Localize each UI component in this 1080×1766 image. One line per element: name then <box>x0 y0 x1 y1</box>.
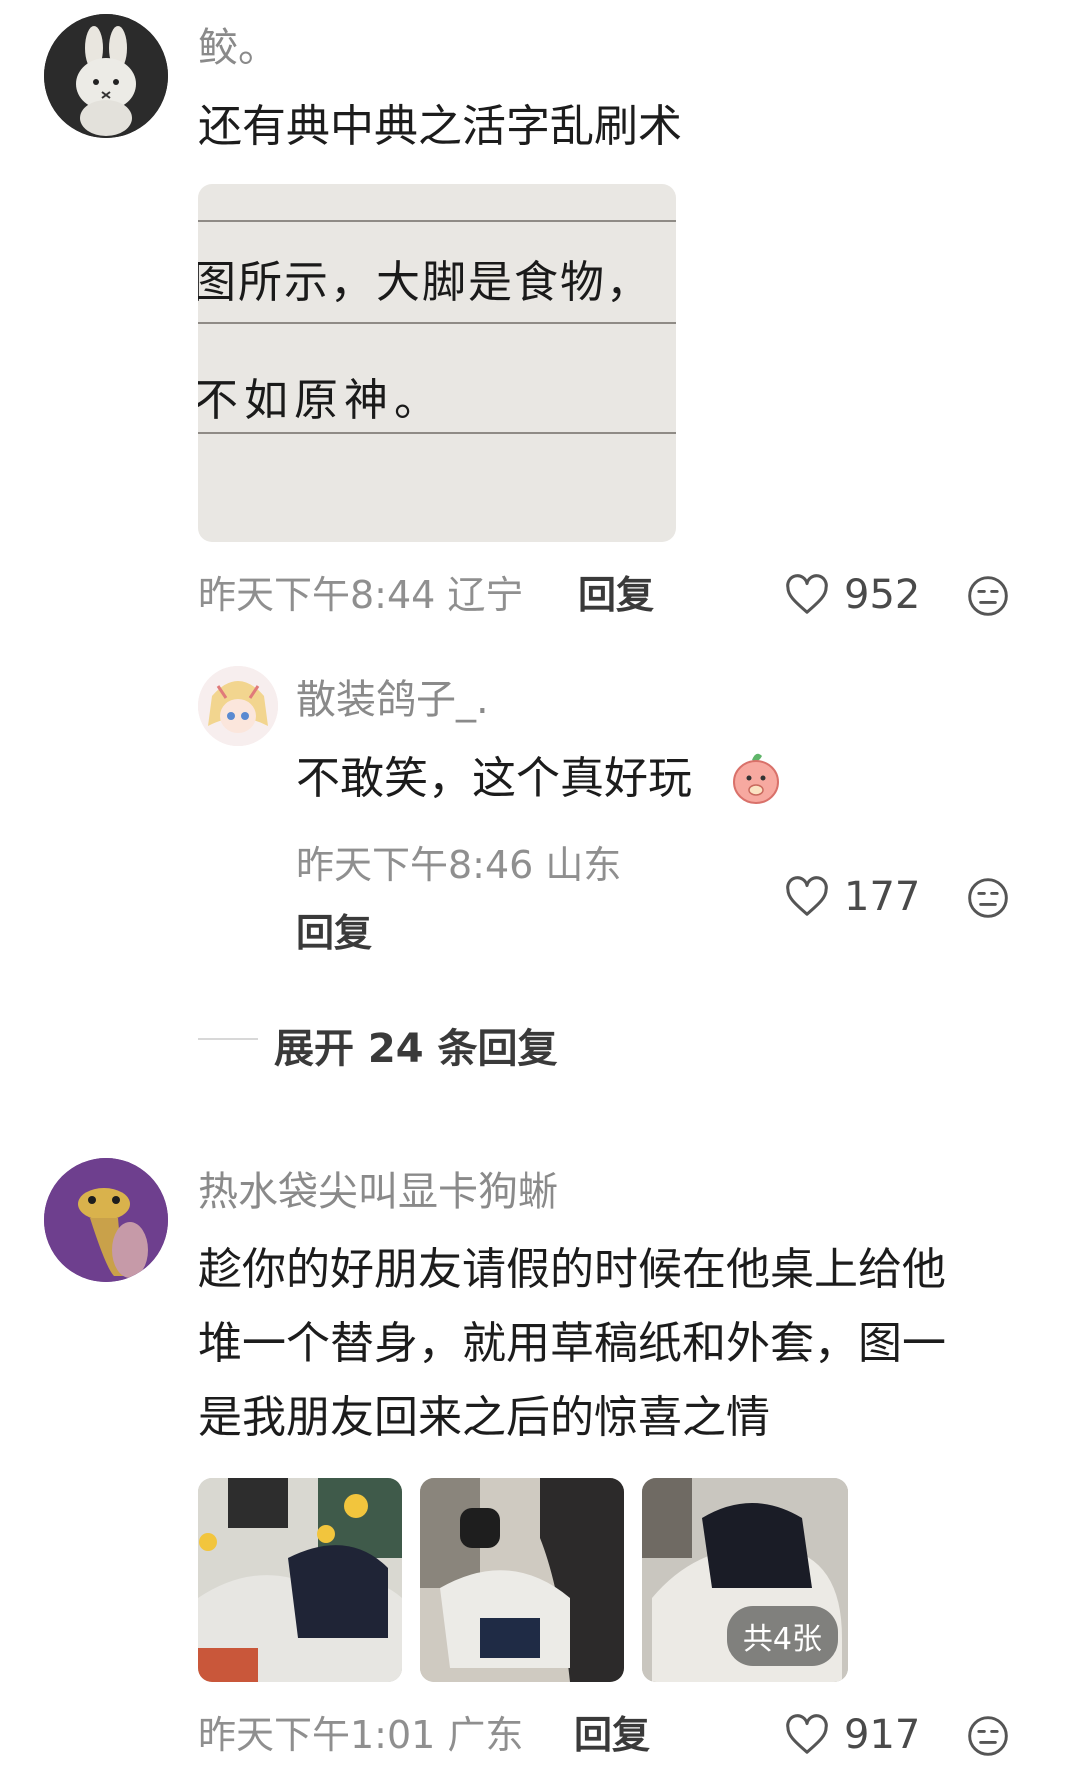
comment-timestamp-location: 昨天下午8:44 辽宁 <box>198 573 524 617</box>
reply-button[interactable]: 回复 <box>296 914 372 952</box>
classroom-photo-1 <box>198 1478 402 1682</box>
like-count: 177 <box>844 874 921 920</box>
comment-username[interactable]: 鲛。 <box>198 28 278 68</box>
reply-text: 不敢笑，这个真好玩 <box>296 753 692 804</box>
image-text-line1: 图所示，大脚是食物， <box>198 257 652 308</box>
neutral-face-icon[interactable] <box>966 876 1010 920</box>
neutral-face-icon[interactable] <box>966 1714 1010 1758</box>
avatar-anime[interactable] <box>198 666 278 746</box>
peach-emoji-icon <box>733 753 779 804</box>
comment-image[interactable]: 图所示，大脚是食物， 不如原神。 <box>198 184 676 542</box>
like-count: 917 <box>844 1712 921 1758</box>
classroom-photo-2 <box>420 1478 624 1682</box>
avatar-lizard[interactable] <box>44 1158 168 1282</box>
comment-text-line3: 是我朋友回来之后的惊喜之情 <box>198 1392 770 1443</box>
expand-divider <box>198 1038 258 1040</box>
heart-outline-icon[interactable] <box>784 1714 830 1756</box>
comment-text-line1: 趁你的好朋友请假的时候在他桌上给他 <box>198 1244 946 1295</box>
bunny-avatar-icon <box>44 14 168 138</box>
neutral-face-icon[interactable] <box>966 574 1010 618</box>
comment-image-1[interactable] <box>198 1478 402 1682</box>
expand-replies-button[interactable]: 展开 24 条回复 <box>274 1016 558 1074</box>
comment-timestamp-location: 昨天下午1:01 广东 <box>198 1713 524 1757</box>
image-text-line2: 不如原神。 <box>198 375 444 426</box>
comment-image-2[interactable] <box>420 1478 624 1682</box>
comment-image-3[interactable]: 共4张 <box>642 1478 848 1682</box>
reply-username[interactable]: 散装鸽子_. <box>296 680 489 720</box>
heart-outline-icon[interactable] <box>784 574 830 616</box>
anime-avatar-icon <box>198 666 278 746</box>
reply-button[interactable]: 回复 <box>578 576 654 614</box>
comment-username[interactable]: 热水袋尖叫显卡狗蜥 <box>198 1172 558 1212</box>
heart-outline-icon[interactable] <box>784 876 830 918</box>
reply-button[interactable]: 回复 <box>574 1716 650 1754</box>
lizard-avatar-icon <box>44 1158 168 1282</box>
image-count-badge: 共4张 <box>726 1606 838 1666</box>
reply-timestamp-location: 昨天下午8:46 山东 <box>296 843 622 887</box>
avatar-bunny[interactable] <box>44 14 168 138</box>
comment-text: 还有典中典之活字乱刷术 <box>198 101 682 152</box>
comment-text-line2: 堆一个替身，就用草稿纸和外套，图一 <box>198 1318 946 1369</box>
like-count: 952 <box>844 572 921 618</box>
